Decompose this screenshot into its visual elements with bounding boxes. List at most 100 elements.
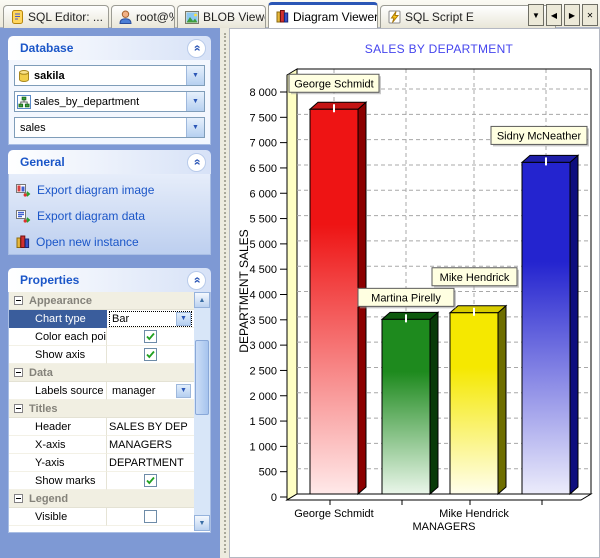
link-label: Export diagram image (37, 183, 155, 197)
property-row-appearance: Appearance (9, 292, 194, 310)
combo-value: sakila (34, 69, 65, 82)
dropdown[interactable]: manager ▼ (109, 383, 192, 399)
collapse-minus-icon[interactable] (14, 296, 23, 305)
chevron-down-icon[interactable]: ▼ (186, 118, 204, 137)
checkbox[interactable] (144, 474, 157, 487)
y-tick-label: 7 500 (249, 112, 277, 124)
property-label: Color each poir (9, 328, 107, 346)
link-export-diagram-image[interactable]: Export diagram image (9, 177, 210, 203)
tab-menu-button[interactable]: ▼ (528, 4, 544, 26)
tab-root[interactable]: root@% (111, 5, 175, 28)
sidebar-splitter[interactable] (220, 28, 229, 558)
collapse-minus-icon[interactable] (14, 368, 23, 377)
y-tick-label: 2 500 (249, 365, 277, 377)
combo-sales-by-department[interactable]: sales_by_department ▼ (14, 91, 205, 112)
view-icon (15, 94, 32, 109)
property-row-show-marks[interactable]: Show marks (9, 472, 194, 490)
y-tick-label: 5 500 (249, 214, 277, 226)
chevron-up-icon: » (189, 44, 204, 52)
property-row-show-axis[interactable]: Show axis (9, 346, 194, 364)
property-row-x-axis[interactable]: X-axis MANAGERS (9, 436, 194, 454)
collapse-general-button[interactable]: » (187, 152, 206, 172)
database-panel: Database » sakila ▼ sales_by_department ▼ sa… (8, 36, 211, 145)
property-label: Show axis (9, 346, 107, 364)
tab-label: SQL Script E (405, 10, 474, 24)
y-tick-label: 1 500 (249, 416, 277, 428)
link-label: Export diagram data (37, 209, 146, 223)
database-panel-title: Database (20, 41, 74, 55)
general-panel-header: General » (8, 150, 211, 174)
link-label: Open new instance (36, 235, 139, 249)
close-tab-button[interactable]: ✕ (582, 4, 598, 26)
y-axis-title: DEPARTMENT SALES (237, 229, 251, 352)
splitter-grip (223, 33, 226, 553)
bar-martina-pirelly (380, 311, 440, 496)
scroll-tabs-right-button[interactable]: ▶ (564, 4, 580, 26)
checkbox[interactable] (144, 330, 157, 343)
axis-floor (285, 493, 593, 501)
scrollbar-thumb[interactable] (195, 340, 209, 415)
property-row-chart-type[interactable]: Chart type Bar ▼ (9, 310, 194, 328)
scroll-up-button[interactable]: ▲ (194, 292, 210, 308)
chevron-down-icon[interactable]: ▼ (186, 92, 204, 111)
y-tick-label: 0 (271, 492, 277, 504)
checkbox[interactable] (144, 510, 157, 523)
combo-sakila[interactable]: sakila ▼ (14, 65, 205, 86)
database-icon (15, 69, 32, 83)
sql-editor-icon (11, 10, 24, 24)
properties-panel-title: Properties (20, 273, 80, 287)
property-row-titles: Titles (9, 400, 194, 418)
link-export-diagram-data[interactable]: Export diagram data (9, 203, 210, 229)
combo-value: sales (20, 121, 46, 134)
tab-sql-editor[interactable]: SQL Editor: ... (3, 5, 109, 28)
y-tick-label: 8 000 (249, 87, 277, 99)
property-label: Header (9, 418, 107, 436)
point-label-george-schmidt: George Schmidt (288, 73, 381, 95)
properties-scrollbar[interactable]: ▲ ▼ (194, 292, 210, 531)
tab-blob-viewer[interactable]: BLOB Viewer (177, 5, 266, 28)
point-label-martina-pirelly: Martina Pirelly (357, 287, 456, 309)
tab-nav: ▼ ◀ ▶ ✕ (528, 4, 598, 26)
scroll-tabs-left-button[interactable]: ◀ (546, 4, 562, 26)
dropdown[interactable]: Bar ▼ (109, 310, 192, 327)
property-row-legend: Legend (9, 490, 194, 508)
property-label: X-axis (9, 436, 107, 454)
document-tab-bar: SQL Editor: ... root@% BLOB Viewer Diagram … (0, 0, 600, 28)
dropdown-value: Bar (112, 312, 130, 325)
property-row-y-axis[interactable]: Y-axis DEPARTMENT (9, 454, 194, 472)
y-tick-label: 500 (259, 467, 277, 479)
tab-label: Diagram Viewer (293, 9, 378, 24)
property-label: Chart type (9, 310, 107, 328)
y-tick-label: 7 000 (249, 138, 277, 150)
collapse-minus-icon[interactable] (14, 494, 23, 503)
chevron-down-icon[interactable]: ▼ (176, 311, 191, 326)
chevron-down-icon[interactable]: ▼ (176, 383, 191, 398)
y-tick-label: 2 000 (249, 391, 277, 403)
chevron-down-icon[interactable]: ▼ (186, 66, 204, 85)
properties-panel-header: Properties » (8, 268, 211, 292)
properties-panel: Properties » Appearance Chart type Bar ▼ Col… (8, 268, 211, 533)
property-label: Visible (9, 508, 107, 526)
checkbox[interactable] (144, 348, 157, 361)
property-row-visible[interactable]: Visible (9, 508, 194, 526)
bar-top-mark (333, 104, 335, 113)
link-open-new-instance[interactable]: Open new instance (9, 229, 210, 255)
collapse-properties-button[interactable]: » (187, 270, 206, 290)
tab-diagram-viewer[interactable]: Diagram Viewer (268, 2, 378, 28)
database-panel-body: sakila ▼ sales_by_department ▼ sales ▼ (8, 60, 211, 145)
collapse-minus-icon[interactable] (14, 404, 23, 413)
property-row-header[interactable]: Header SALES BY DEP (9, 418, 194, 436)
export-image-icon (16, 183, 31, 197)
property-label: Y-axis (9, 454, 107, 472)
property-row-color-each-poir[interactable]: Color each poir (9, 328, 194, 346)
property-value: DEPARTMENT (109, 456, 184, 469)
combo-sales[interactable]: sales ▼ (14, 117, 205, 138)
scroll-down-button[interactable]: ▼ (194, 515, 210, 531)
tab-label: SQL Editor: ... (28, 10, 103, 24)
collapse-database-button[interactable]: » (187, 38, 206, 58)
general-panel: General » Export diagram image Export dia… (8, 150, 211, 255)
svg-text:Sidny McNeather: Sidny McNeather (497, 130, 582, 142)
category-label: Data (29, 366, 53, 379)
chevron-up-icon: » (189, 276, 204, 284)
property-row-labels-source[interactable]: Labels source manager ▼ (9, 382, 194, 400)
